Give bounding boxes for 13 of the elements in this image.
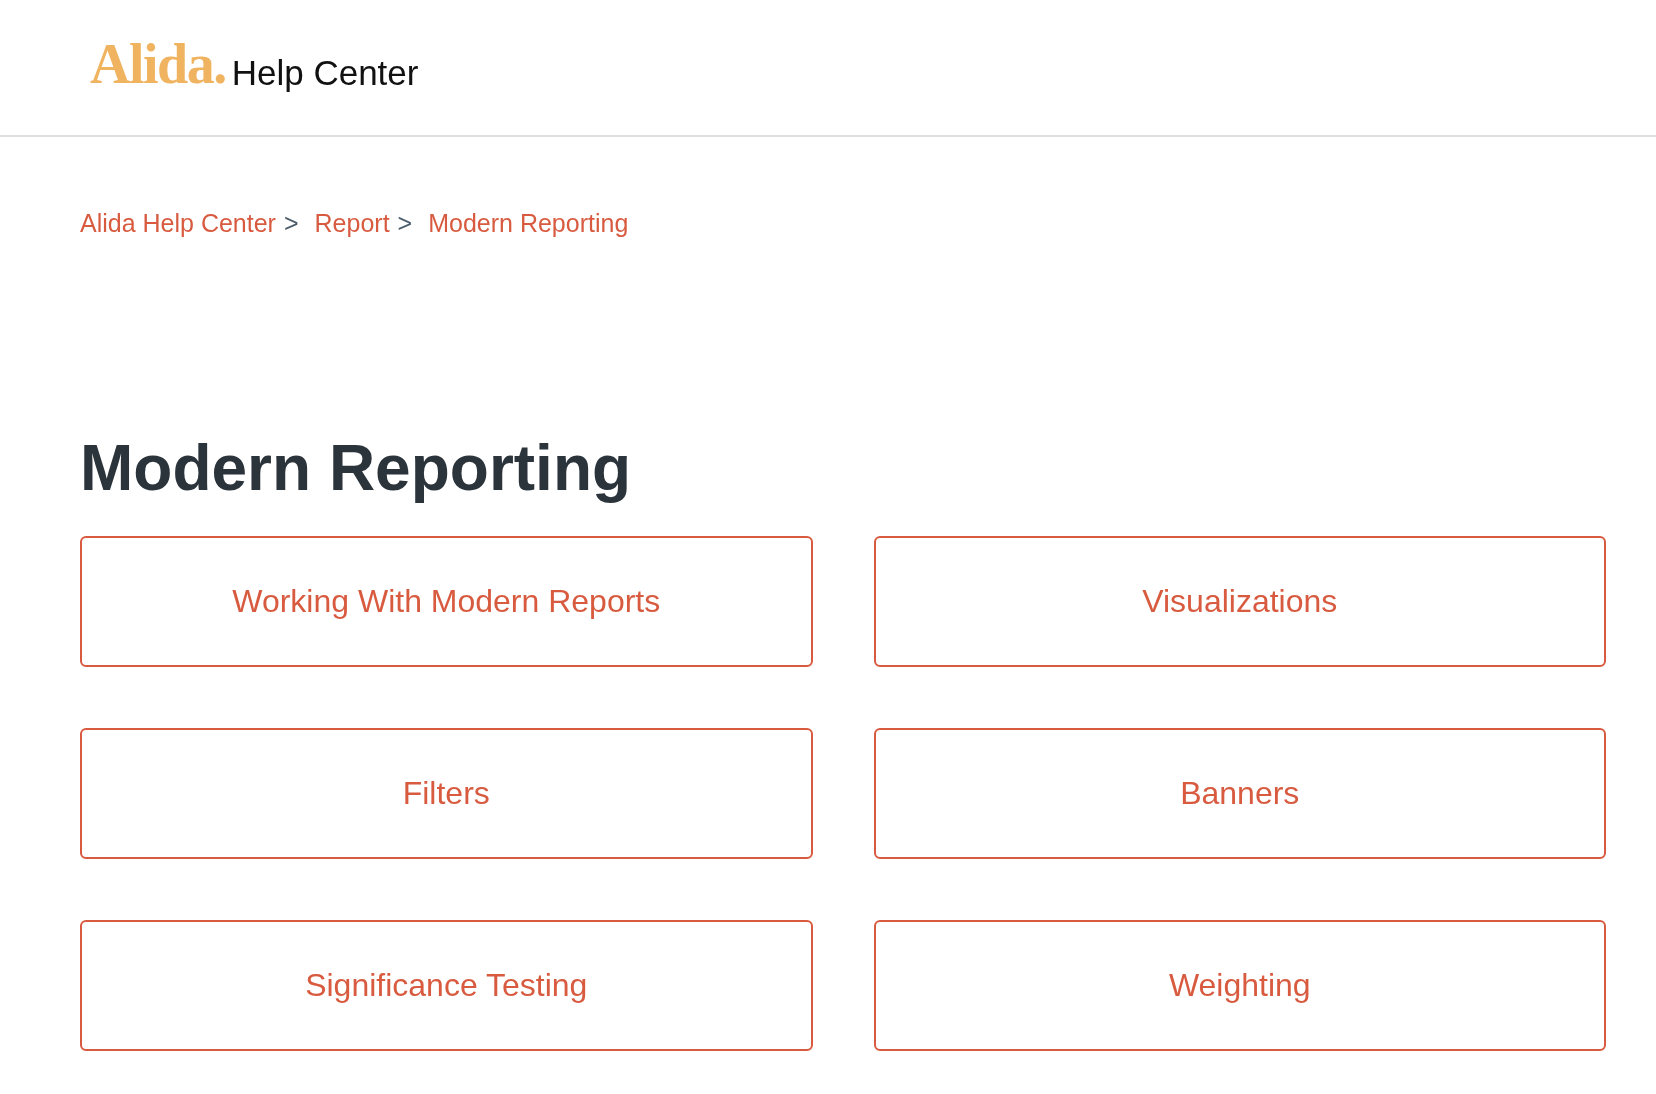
breadcrumb-link[interactable]: Modern Reporting: [428, 208, 629, 238]
page-title: Modern Reporting: [80, 431, 632, 506]
section-card[interactable]: Working With Modern Reports: [80, 536, 813, 667]
section-card[interactable]: Banners: [873, 728, 1606, 859]
breadcrumb-link[interactable]: Report: [314, 208, 390, 238]
section-card[interactable]: Filters: [80, 728, 813, 859]
section-card[interactable]: Weighting: [873, 920, 1606, 1051]
site-title: Help Center: [231, 55, 419, 90]
breadcrumb-separator: >: [283, 208, 299, 238]
breadcrumb-separator: >: [397, 208, 413, 238]
section-card[interactable]: Significance Testing: [80, 920, 813, 1051]
breadcrumb-link[interactable]: Alida Help Center: [80, 208, 276, 238]
section-card[interactable]: Visualizations: [873, 536, 1606, 667]
